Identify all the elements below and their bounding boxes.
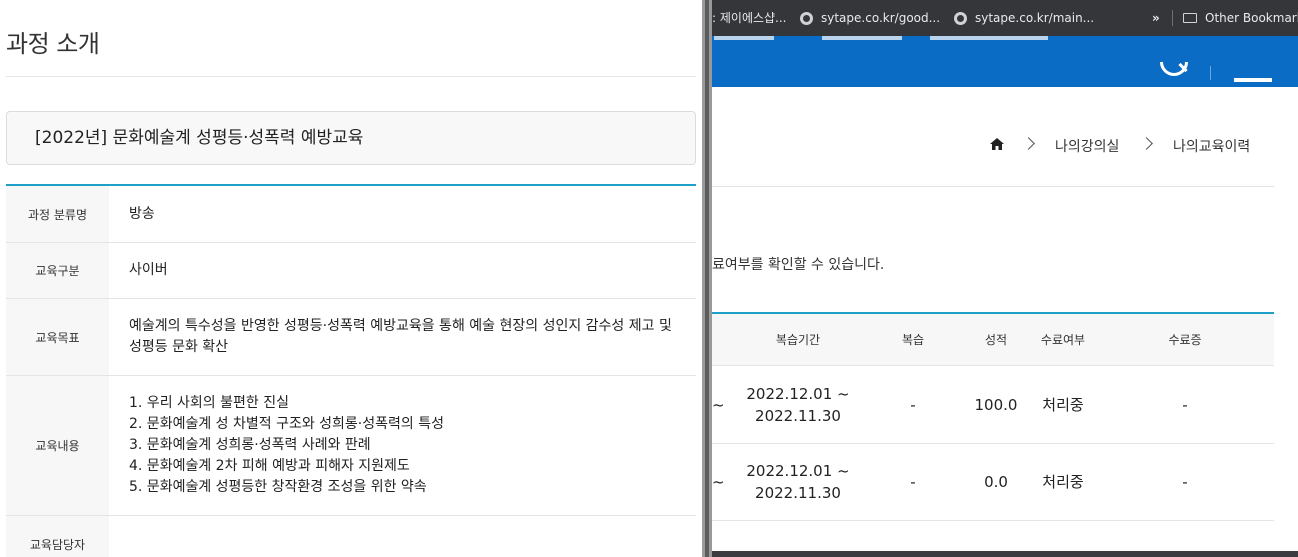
review-period-end: 2022.11.30 <box>755 407 841 425</box>
folder-icon <box>1183 13 1197 23</box>
review-period-start: 2022.12.01 ~ <box>746 462 850 480</box>
table-header-row: 복습기간 복습 성적 수료여부 수료증 <box>712 314 1274 366</box>
table-row: ~ 2022.12.01 ~ 2022.11.30 - 0.0 처리중 - <box>712 444 1274 521</box>
breadcrumb-education-history[interactable]: 나의교육이력 <box>1173 136 1250 156</box>
window-bottom-edge <box>712 551 1298 557</box>
header-completion: 수료여부 <box>1040 332 1086 347</box>
bookmark-label: sytape.co.kr/good... <box>821 11 941 25</box>
detail-line: 3. 문화예술계 성희롱·성폭력 사례와 판례 <box>129 437 371 453</box>
home-icon[interactable] <box>990 138 1004 150</box>
certificate-cell: - <box>1182 473 1188 491</box>
globe-icon <box>954 11 967 25</box>
detail-line: 5. 문화예술계 성평등한 창작환경 조성을 위한 약속 <box>129 479 427 495</box>
detail-label: 교육구분 <box>6 243 109 298</box>
header-review: 복습 <box>901 332 925 347</box>
more-bookmarks-button[interactable]: » <box>1152 0 1160 36</box>
other-bookmarks-folder[interactable]: Other Bookmark <box>1183 0 1298 36</box>
review-period-cell: 2022.12.01 ~ 2022.11.30 <box>732 367 864 443</box>
header-divider <box>1210 66 1211 80</box>
course-intro-modal: 과정 소개 [2022년] 문화예술계 성평등·성폭력 예방교육 과정 분류명 … <box>0 0 702 557</box>
search-icon[interactable] <box>1158 62 1188 88</box>
modal-title: 과정 소개 <box>6 30 100 58</box>
period-tilde: ~ <box>712 396 725 414</box>
score-cell: 0.0 <box>984 473 1008 491</box>
detail-label: 교육내용 <box>6 376 109 515</box>
period-tilde: ~ <box>712 473 725 491</box>
detail-line: 방송 <box>129 205 155 222</box>
modal-title-divider <box>6 76 696 77</box>
detail-value: 예술계의 특수성을 반영한 성평등·성폭력 예방교육을 통해 예술 현장의 성인… <box>129 299 686 375</box>
review-cell: - <box>910 396 916 414</box>
detail-row-goal: 교육목표 예술계의 특수성을 반영한 성평등·성폭력 예방교육을 통해 예술 현… <box>6 299 696 376</box>
detail-label: 교육담당자 <box>6 516 109 557</box>
detail-value <box>129 516 686 557</box>
review-period-end: 2022.11.30 <box>755 484 841 502</box>
breadcrumb-divider <box>712 186 1274 187</box>
detail-label: 과정 분류명 <box>6 186 109 242</box>
globe-icon <box>800 11 813 25</box>
info-text: 료여부를 확인할 수 있습니다. <box>712 257 885 273</box>
header-score: 성적 <box>984 332 1008 347</box>
detail-value: 사이버 <box>129 243 686 298</box>
bookmark-label: : 제이에스샵... <box>712 11 787 25</box>
score-cell: 100.0 <box>974 396 1018 414</box>
detail-row-category: 과정 분류명 방송 <box>6 186 696 243</box>
nav-text-fragment <box>714 36 774 40</box>
bookmarks-separator <box>1172 10 1173 26</box>
header-review-period: 복습기간 <box>775 332 821 347</box>
detail-value: 방송 <box>129 186 686 242</box>
review-period-cell: 2022.12.01 ~ 2022.11.30 <box>732 444 864 520</box>
detail-line: 4. 문화예술계 2차 피해 예방과 피해자 지원제도 <box>129 458 410 474</box>
completion-status-cell: 처리중 <box>1042 396 1084 414</box>
bookmark-sytape-main[interactable]: sytape.co.kr/main... <box>954 0 1094 36</box>
review-period-start: 2022.12.01 ~ <box>746 385 850 403</box>
course-name-box: [2022년] 문화예술계 성평등·성폭력 예방교육 <box>6 111 696 165</box>
nav-text-fragment <box>930 36 1048 40</box>
review-cell: - <box>910 473 916 491</box>
detail-row-manager: 교육담당자 <box>6 516 696 557</box>
detail-line: 사이버 <box>129 262 168 278</box>
completion-status-cell: 처리중 <box>1042 473 1084 491</box>
detail-line: 2. 문화예술계 성 차별적 구조와 성희롱·성폭력의 특성 <box>129 416 444 432</box>
menu-icon[interactable] <box>1234 78 1272 82</box>
detail-row-content: 교육내용 1. 우리 사회의 불편한 진실 2. 문화예술계 성 차별적 구조와… <box>6 376 696 516</box>
chevron-double-icon: » <box>1152 11 1160 25</box>
detail-label: 교육목표 <box>6 299 109 375</box>
nav-text-fragment <box>822 36 902 40</box>
breadcrumb-chevron-icon <box>1140 137 1153 150</box>
breadcrumb-my-classroom[interactable]: 나의강의실 <box>1055 136 1119 156</box>
detail-line: 성평등 문화 확산 <box>129 339 229 355</box>
detail-row-type: 교육구분 사이버 <box>6 243 696 299</box>
bookmark-label: Other Bookmark <box>1205 11 1298 25</box>
header-certificate: 수료증 <box>1168 332 1202 347</box>
certificate-cell: - <box>1182 396 1188 414</box>
detail-line: 예술계의 특수성을 반영한 성평등·성폭력 예방교육을 통해 예술 현장의 성인… <box>129 318 672 334</box>
table-row: ~ 2022.12.01 ~ 2022.11.30 - 100.0 처리중 - <box>712 367 1274 444</box>
detail-line: 1. 우리 사회의 불편한 진실 <box>129 395 289 411</box>
bookmark-jsshop[interactable]: : 제이에스샵... <box>712 0 787 36</box>
breadcrumb-chevron-icon <box>1022 137 1035 150</box>
detail-value: 1. 우리 사회의 불편한 진실 2. 문화예술계 성 차별적 구조와 성희롱·… <box>129 376 686 515</box>
bookmark-sytape-goods[interactable]: sytape.co.kr/good... <box>800 0 940 36</box>
window-split-edge <box>702 0 712 557</box>
bookmark-label: sytape.co.kr/main... <box>975 11 1095 25</box>
